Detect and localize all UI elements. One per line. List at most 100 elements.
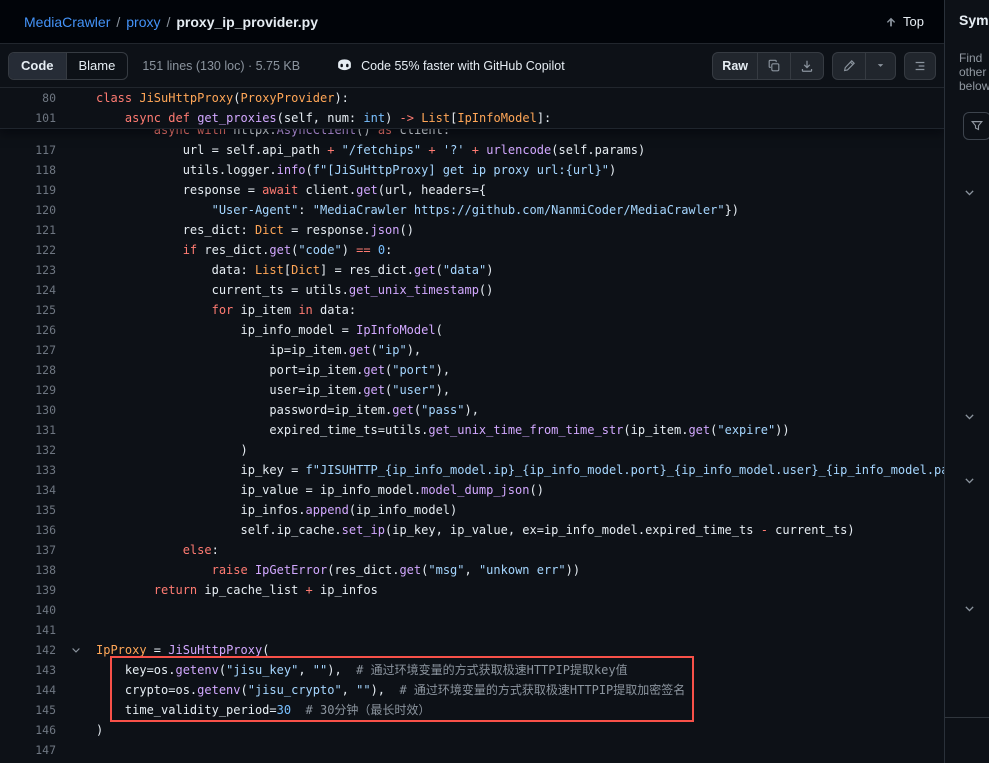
line-number[interactable]: 126: [0, 320, 56, 340]
code-line: 134 ip_value = ip_info_model.model_dump_…: [0, 480, 944, 500]
line-number[interactable]: 80: [0, 88, 56, 108]
line-number[interactable]: 123: [0, 260, 56, 280]
line-number[interactable]: 127: [0, 340, 56, 360]
gutter: [56, 240, 96, 260]
gutter: [56, 108, 96, 128]
line-number[interactable]: 131: [0, 420, 56, 440]
code-line: 131 expired_time_ts=utils.get_unix_time_…: [0, 420, 944, 440]
raw-copy-download-group: Raw: [712, 52, 824, 80]
line-number[interactable]: 135: [0, 500, 56, 520]
code-text: [96, 740, 944, 760]
line-number[interactable]: 138: [0, 560, 56, 580]
copilot-icon: [336, 57, 353, 74]
line-number[interactable]: 143: [0, 660, 56, 680]
line-number[interactable]: 124: [0, 280, 56, 300]
line-number[interactable]: 129: [0, 380, 56, 400]
gutter: [56, 740, 96, 760]
code-lines: 117 url = self.api_path + "/fetchips" + …: [0, 140, 944, 760]
line-number[interactable]: 136: [0, 520, 56, 540]
code-text: [96, 600, 944, 620]
file-toolbar: Code Blame 151 lines (130 loc) · 5.75 KB…: [0, 44, 944, 88]
arrow-up-icon: [884, 15, 898, 29]
gutter: [56, 720, 96, 740]
symbol-group-chevron-icon[interactable]: [963, 410, 976, 423]
download-icon[interactable]: [790, 53, 823, 79]
gutter: [56, 620, 96, 640]
symbol-group-chevron-icon[interactable]: [963, 186, 976, 199]
code-text: async def get_proxies(self, num: int) ->…: [96, 108, 944, 128]
symbols-panel-toggle-icon[interactable]: [904, 52, 936, 80]
code-text: ip_info_model = IpInfoModel(: [96, 320, 944, 340]
code-text: IpProxy = JiSuHttpProxy(: [96, 640, 944, 660]
raw-button[interactable]: Raw: [713, 53, 757, 79]
line-number[interactable]: 141: [0, 620, 56, 640]
edit-split-button: [832, 52, 896, 80]
code-line: 119 response = await client.get(url, hea…: [0, 180, 944, 200]
code-line: 123 data: List[Dict] = res_dict.get("dat…: [0, 260, 944, 280]
code-text: return ip_cache_list + ip_infos: [96, 580, 944, 600]
line-number[interactable]: 125: [0, 300, 56, 320]
fold-chevron-icon[interactable]: [56, 640, 96, 660]
gutter: [56, 260, 96, 280]
code-text: expired_time_ts=utils.get_unix_time_from…: [96, 420, 944, 440]
code-text: "User-Agent": "MediaCrawler https://gith…: [96, 200, 944, 220]
back-to-top-button[interactable]: Top: [884, 14, 924, 29]
line-number[interactable]: 134: [0, 480, 56, 500]
code-viewer: 80class JiSuHttpProxy(ProxyProvider):101…: [0, 88, 944, 763]
app-header: MediaCrawler / proxy / proxy_ip_provider…: [0, 0, 944, 44]
code-text: crypto=os.getenv("jisu_crypto", ""), # 通…: [96, 680, 944, 700]
gutter: [56, 128, 96, 140]
back-to-top-label: Top: [903, 14, 924, 29]
line-number[interactable]: 137: [0, 540, 56, 560]
tab-blame[interactable]: Blame: [66, 53, 128, 79]
gutter: [56, 440, 96, 460]
line-number[interactable]: 133: [0, 460, 56, 480]
line-number[interactable]: 130: [0, 400, 56, 420]
symbols-desc-line: other: [959, 65, 989, 79]
line-number[interactable]: [0, 128, 56, 140]
line-number[interactable]: 128: [0, 360, 56, 380]
line-number[interactable]: 122: [0, 240, 56, 260]
line-number[interactable]: 139: [0, 580, 56, 600]
clipped-scroll-line: async with httpx.AsyncClient() as client…: [0, 128, 944, 140]
gutter: [56, 600, 96, 620]
line-number[interactable]: 145: [0, 700, 56, 720]
edit-dropdown-chevron-icon[interactable]: [865, 53, 895, 79]
code-text: data: List[Dict] = res_dict.get("data"): [96, 260, 944, 280]
line-number[interactable]: 121: [0, 220, 56, 240]
path-link[interactable]: proxy: [126, 14, 160, 30]
symbol-group-chevron-icon[interactable]: [963, 474, 976, 487]
tab-code[interactable]: Code: [9, 53, 66, 79]
gutter: [56, 160, 96, 180]
gutter: [56, 480, 96, 500]
code-line: 142 IpProxy = JiSuHttpProxy(: [0, 640, 944, 660]
code-text: ip_infos.append(ip_info_model): [96, 500, 944, 520]
code-line: 129 user=ip_item.get("user"),: [0, 380, 944, 400]
line-number[interactable]: 119: [0, 180, 56, 200]
repo-link[interactable]: MediaCrawler: [24, 14, 110, 30]
code-line: 130 password=ip_item.get("pass"),: [0, 400, 944, 420]
code-text: ip=ip_item.get("ip"),: [96, 340, 944, 360]
code-line: 117 url = self.api_path + "/fetchips" + …: [0, 140, 944, 160]
line-number[interactable]: 146: [0, 720, 56, 740]
line-number[interactable]: 117: [0, 140, 56, 160]
gutter: [56, 580, 96, 600]
line-number[interactable]: 132: [0, 440, 56, 460]
line-number[interactable]: 118: [0, 160, 56, 180]
code-text: for ip_item in data:: [96, 300, 944, 320]
line-number[interactable]: 140: [0, 600, 56, 620]
code-line: 135 ip_infos.append(ip_info_model): [0, 500, 944, 520]
copy-icon[interactable]: [757, 53, 790, 79]
gutter: [56, 700, 96, 720]
line-number[interactable]: 144: [0, 680, 56, 700]
filter-icon[interactable]: [963, 112, 989, 140]
edit-pencil-icon[interactable]: [833, 53, 865, 79]
symbol-group-chevron-icon[interactable]: [963, 602, 976, 615]
gutter: [56, 320, 96, 340]
line-number[interactable]: 120: [0, 200, 56, 220]
copilot-banner[interactable]: Code 55% faster with GitHub Copilot: [336, 57, 565, 74]
line-number[interactable]: 101: [0, 108, 56, 128]
line-number[interactable]: 147: [0, 740, 56, 760]
line-number[interactable]: 142: [0, 640, 56, 660]
file-info: 151 lines (130 loc) · 5.75 KB: [142, 59, 300, 73]
